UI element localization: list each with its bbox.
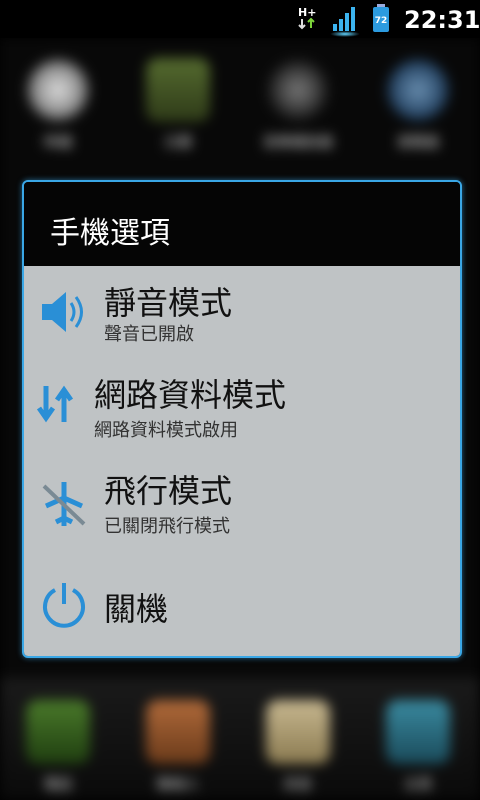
dock-contacts: 聯絡人 bbox=[138, 700, 218, 794]
dock-messages: 訊息 bbox=[258, 700, 338, 794]
app-label: 日曆 bbox=[164, 135, 192, 151]
data-transfer-icon bbox=[36, 385, 74, 423]
globe-icon bbox=[386, 58, 450, 122]
option-title: 靜音模式 bbox=[104, 284, 233, 322]
dialog-options-list: 靜音模式 聲音已開啟 網路資料模式 網路資料模式啟用 飛行模式 已關閉飛行模式 bbox=[24, 266, 460, 656]
option-power-off[interactable]: 關機 bbox=[24, 554, 460, 656]
contacts-icon bbox=[146, 700, 210, 764]
option-silent-mode[interactable]: 靜音模式 聲音已開啟 bbox=[24, 266, 460, 362]
status-bar: H+ 72 22:31 bbox=[0, 0, 480, 38]
dialog-title: 手機選項 bbox=[50, 216, 170, 251]
network-hplus-icon: H+ bbox=[298, 6, 316, 30]
option-title: 飛行模式 bbox=[104, 472, 233, 510]
battery-icon: 72 bbox=[373, 4, 389, 32]
signal-activity-glow bbox=[330, 31, 360, 37]
speaker-icon bbox=[42, 292, 83, 332]
app-calendar: 日曆 bbox=[138, 58, 218, 152]
dialog-title-bar: 手機選項 bbox=[24, 182, 460, 266]
app-label: 音樂播放器 bbox=[263, 135, 333, 151]
option-network-data-mode[interactable]: 網路資料模式 網路資料模式啟用 bbox=[24, 362, 460, 458]
app-label: 電話 bbox=[44, 777, 72, 793]
envelope-icon bbox=[266, 700, 330, 764]
option-title: 網路資料模式 bbox=[94, 376, 287, 414]
option-subtitle: 網路資料模式啟用 bbox=[94, 420, 238, 441]
home-icon bbox=[386, 700, 450, 764]
status-time: 22:31 bbox=[404, 6, 480, 34]
option-title: 關機 bbox=[104, 590, 169, 628]
app-label: 主頁 bbox=[404, 777, 432, 793]
dock-home: 主頁 bbox=[378, 700, 458, 794]
phone-icon bbox=[26, 700, 90, 764]
power-icon bbox=[43, 583, 85, 628]
app-label: 聯絡人 bbox=[157, 777, 199, 793]
option-airplane-mode[interactable]: 飛行模式 已關閉飛行模式 bbox=[24, 458, 460, 554]
option-subtitle: 已關閉飛行模式 bbox=[104, 516, 230, 537]
app-label: 訊息 bbox=[284, 777, 312, 793]
calendar-icon bbox=[146, 58, 210, 122]
clock-icon bbox=[26, 58, 90, 122]
battery-level-text: 72 bbox=[375, 16, 388, 26]
network-type-text: H+ bbox=[298, 6, 316, 19]
airplane-off-icon bbox=[42, 482, 86, 526]
app-label: 時鐘 bbox=[44, 135, 72, 151]
app-music: 音樂播放器 bbox=[258, 58, 338, 152]
dock: 電話 聯絡人 訊息 主頁 bbox=[0, 678, 480, 800]
signal-strength-icon bbox=[333, 7, 355, 31]
music-disc-icon bbox=[266, 58, 330, 122]
app-browser: 瀏覽器 bbox=[378, 58, 458, 152]
app-clock: 時鐘 bbox=[18, 58, 98, 152]
dock-phone: 電話 bbox=[18, 700, 98, 794]
option-subtitle: 聲音已開啟 bbox=[104, 324, 194, 345]
phone-options-dialog: 手機選項 靜音模式 聲音已開啟 網路資料模式 網路資料模式啟用 飛行模式 已關閉… bbox=[22, 180, 462, 658]
app-label: 瀏覽器 bbox=[397, 135, 439, 151]
